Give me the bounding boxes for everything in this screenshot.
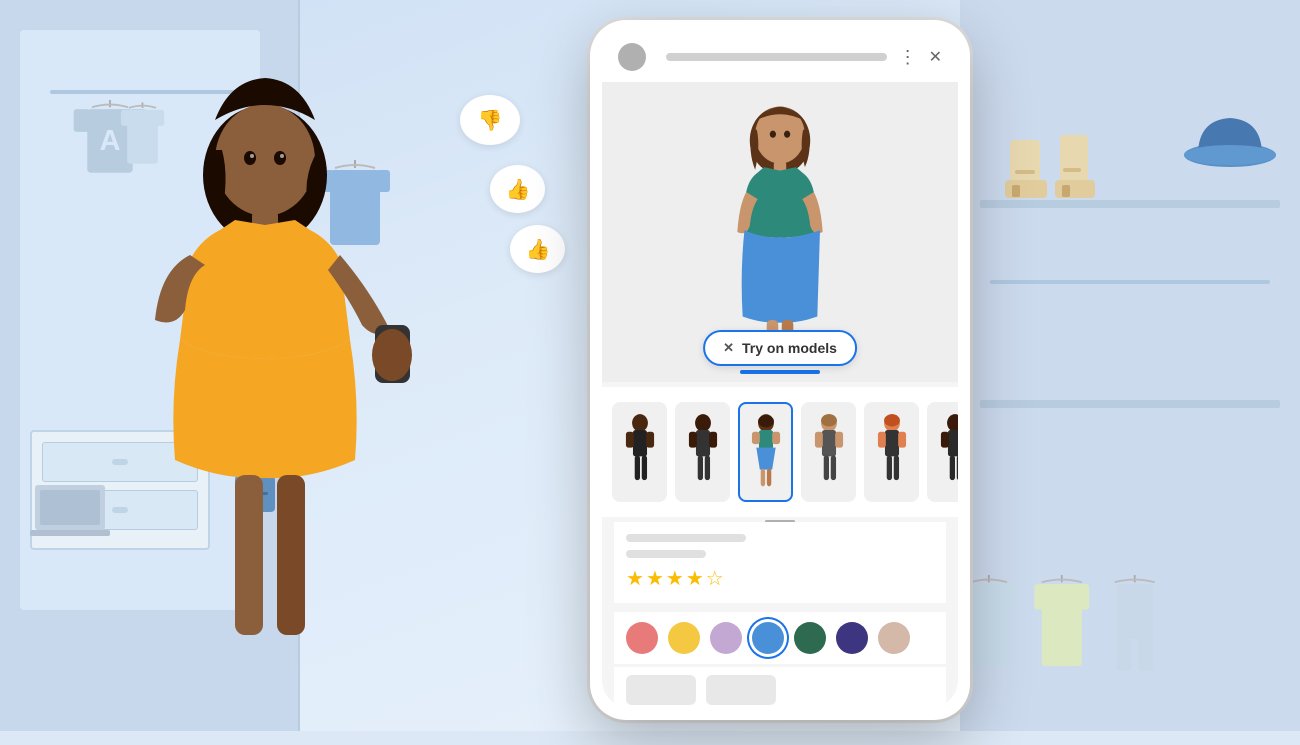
model-thumb-5[interactable] (864, 402, 919, 502)
active-indicator-bar (740, 370, 820, 374)
model-thumb-6[interactable] (927, 402, 958, 502)
star-3: ★ (666, 566, 684, 591)
star-5: ☆ (706, 566, 724, 591)
star-2: ★ (646, 566, 664, 591)
rating-area: ★ ★ ★ ★ ☆ (614, 522, 946, 603)
model-selection-area (602, 387, 958, 517)
svg-text:👍: 👍 (525, 237, 550, 261)
background-scene: A (0, 0, 1300, 731)
model-thumb-4[interactable] (801, 402, 856, 502)
phone-body: ⋮ ✕ (590, 20, 970, 720)
try-on-label: Try on models (742, 340, 837, 356)
size-buttons (614, 667, 946, 708)
phone-avatar (618, 43, 646, 71)
like-bubble-1: 👍 (490, 165, 545, 213)
color-swatch-pink[interactable] (626, 622, 658, 654)
color-swatch-yellow[interactable] (668, 622, 700, 654)
star-1: ★ (626, 566, 644, 591)
more-options-icon[interactable]: ⋮ (899, 47, 917, 68)
color-swatch-navy[interactable] (836, 622, 868, 654)
phone-top-bar: ⋮ ✕ (602, 32, 958, 82)
model-thumb-2[interactable] (675, 402, 730, 502)
try-on-models-button[interactable]: ✕ Try on models (703, 330, 857, 366)
rating-placeholder-bar-1 (626, 534, 746, 542)
color-swatch-blue[interactable] (752, 622, 784, 654)
try-on-x-icon: ✕ (723, 340, 734, 356)
star-rating: ★ ★ ★ ★ ☆ (626, 566, 934, 591)
phone-container: ⋮ ✕ (590, 20, 970, 720)
model-thumb-3[interactable] (738, 402, 793, 502)
size-button-1[interactable] (626, 675, 696, 705)
phone-screen: ⋮ ✕ (602, 32, 958, 708)
svg-text:👍: 👍 (505, 177, 530, 201)
woman-figure (80, 60, 460, 740)
right-clothes (1000, 290, 1260, 440)
color-swatch-lavender[interactable] (710, 622, 742, 654)
model-thumb-1[interactable] (612, 402, 667, 502)
close-icon[interactable]: ✕ (929, 47, 942, 67)
rating-placeholder-bar-2 (626, 550, 706, 558)
color-swatch-beige[interactable] (878, 622, 910, 654)
dislike-bubble: 👎 (460, 95, 520, 145)
boots (1000, 120, 1160, 200)
star-4: ★ (686, 566, 704, 591)
color-swatch-green[interactable] (794, 622, 826, 654)
phone-title-placeholder (666, 53, 887, 61)
product-image-area: ✕ Try on models (602, 82, 958, 382)
right-shelf (960, 0, 1300, 731)
color-swatches (614, 612, 946, 664)
size-button-2[interactable] (706, 675, 776, 705)
hat (1180, 100, 1280, 170)
svg-text:👎: 👎 (478, 109, 503, 132)
like-bubble-2: 👍 (510, 225, 565, 273)
hanger-rod-right (990, 280, 1270, 284)
